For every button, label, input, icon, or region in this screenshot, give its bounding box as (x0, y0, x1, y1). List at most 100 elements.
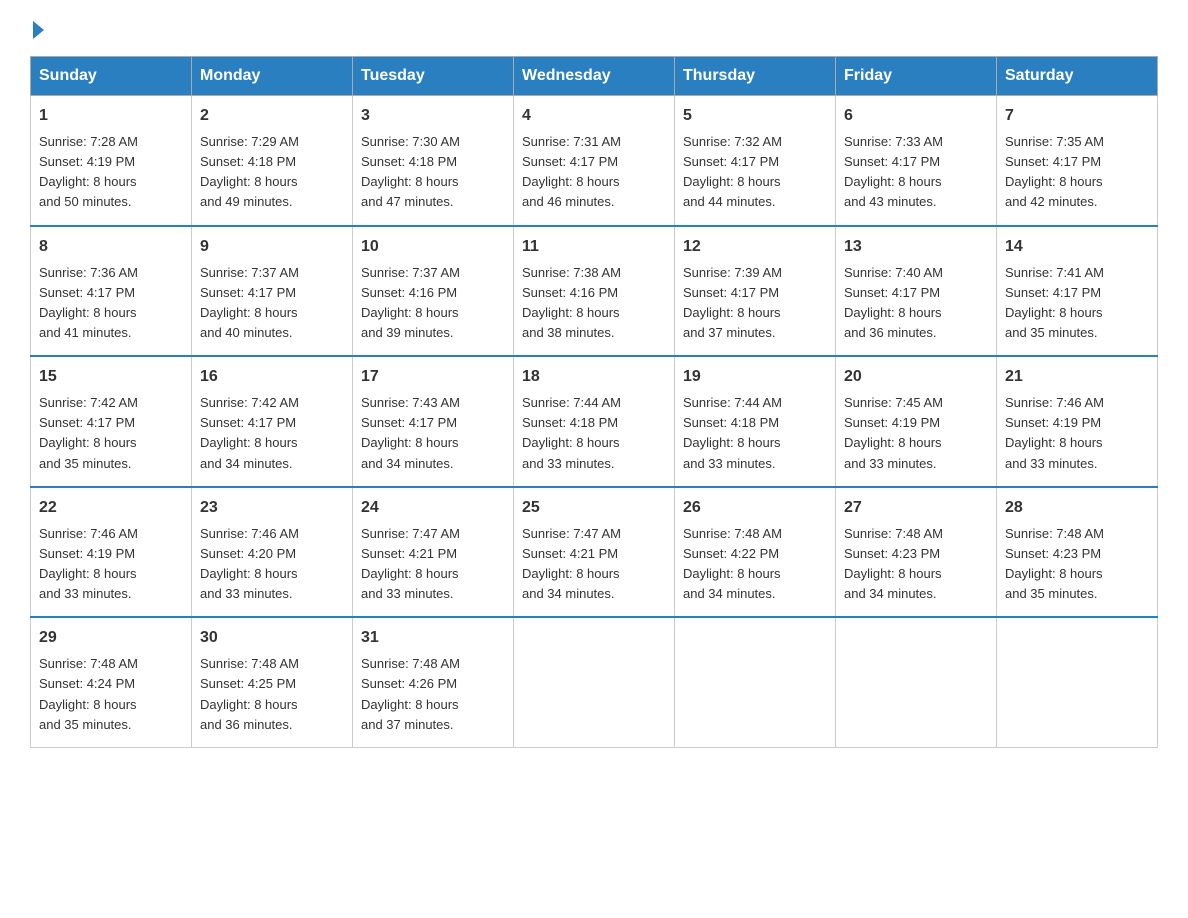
day-info: Sunrise: 7:48 AMSunset: 4:22 PMDaylight:… (683, 524, 827, 605)
weekday-header-wednesday: Wednesday (514, 57, 675, 96)
day-number: 19 (683, 365, 827, 389)
calendar-cell: 27Sunrise: 7:48 AMSunset: 4:23 PMDayligh… (836, 487, 997, 618)
day-number: 3 (361, 104, 505, 128)
day-info: Sunrise: 7:42 AMSunset: 4:17 PMDaylight:… (39, 393, 183, 474)
day-info: Sunrise: 7:31 AMSunset: 4:17 PMDaylight:… (522, 132, 666, 213)
calendar-cell: 30Sunrise: 7:48 AMSunset: 4:25 PMDayligh… (192, 617, 353, 747)
calendar-cell: 22 Sunrise: 7:46 AMSunset: 4:19 PMDayligh… (31, 487, 192, 618)
logo (30, 20, 44, 38)
calendar-cell: 14 Sunrise: 7:41 AMSunset: 4:17 PMDayligh… (997, 226, 1158, 357)
day-number: 16 (200, 365, 344, 389)
calendar-table: SundayMondayTuesdayWednesdayThursdayFrid… (30, 56, 1158, 748)
day-number: 24 (361, 496, 505, 520)
day-info: Sunrise: 7:46 AMSunset: 4:19 PMDaylight:… (39, 524, 183, 605)
day-number: 8 (39, 235, 183, 259)
day-info: Sunrise: 7:44 AMSunset: 4:18 PMDaylight:… (683, 393, 827, 474)
day-info: Sunrise: 7:29 AMSunset: 4:18 PMDaylight:… (200, 132, 344, 213)
calendar-cell: 13 Sunrise: 7:40 AMSunset: 4:17 PMDayligh… (836, 226, 997, 357)
calendar-cell: 25Sunrise: 7:47 AMSunset: 4:21 PMDayligh… (514, 487, 675, 618)
day-info: Sunrise: 7:28 AMSunset: 4:19 PMDaylight:… (39, 132, 183, 213)
day-number: 22 (39, 496, 183, 520)
calendar-cell: 9 Sunrise: 7:37 AMSunset: 4:17 PMDaylight… (192, 226, 353, 357)
day-info: Sunrise: 7:48 AMSunset: 4:23 PMDaylight:… (1005, 524, 1149, 605)
day-info: Sunrise: 7:40 AMSunset: 4:17 PMDaylight:… (844, 263, 988, 344)
calendar-cell: 11Sunrise: 7:38 AMSunset: 4:16 PMDayligh… (514, 226, 675, 357)
day-number: 12 (683, 235, 827, 259)
day-number: 10 (361, 235, 505, 259)
weekday-header-friday: Friday (836, 57, 997, 96)
calendar-cell (675, 617, 836, 747)
day-info: Sunrise: 7:37 AMSunset: 4:17 PMDaylight:… (200, 263, 344, 344)
day-number: 1 (39, 104, 183, 128)
day-info: Sunrise: 7:45 AMSunset: 4:19 PMDaylight:… (844, 393, 988, 474)
calendar-cell: 3 Sunrise: 7:30 AMSunset: 4:18 PMDaylight… (353, 96, 514, 226)
weekday-header-sunday: Sunday (31, 57, 192, 96)
calendar-cell: 2 Sunrise: 7:29 AMSunset: 4:18 PMDaylight… (192, 96, 353, 226)
calendar-cell: 26 Sunrise: 7:48 AMSunset: 4:22 PMDayligh… (675, 487, 836, 618)
day-info: Sunrise: 7:42 AMSunset: 4:17 PMDaylight:… (200, 393, 344, 474)
calendar-cell: 28 Sunrise: 7:48 AMSunset: 4:23 PMDayligh… (997, 487, 1158, 618)
calendar-week-4: 22 Sunrise: 7:46 AMSunset: 4:19 PMDayligh… (31, 487, 1158, 618)
calendar-cell (514, 617, 675, 747)
calendar-cell: 31 Sunrise: 7:48 AMSunset: 4:26 PMDayligh… (353, 617, 514, 747)
day-info: Sunrise: 7:38 AMSunset: 4:16 PMDaylight:… (522, 263, 666, 344)
day-info: Sunrise: 7:41 AMSunset: 4:17 PMDaylight:… (1005, 263, 1149, 344)
day-number: 2 (200, 104, 344, 128)
day-number: 31 (361, 626, 505, 650)
day-info: Sunrise: 7:46 AMSunset: 4:20 PMDaylight:… (200, 524, 344, 605)
calendar-cell: 23Sunrise: 7:46 AMSunset: 4:20 PMDayligh… (192, 487, 353, 618)
calendar-cell: 19 Sunrise: 7:44 AMSunset: 4:18 PMDayligh… (675, 356, 836, 487)
calendar-cell: 29 Sunrise: 7:48 AMSunset: 4:24 PMDayligh… (31, 617, 192, 747)
calendar-cell: 24 Sunrise: 7:47 AMSunset: 4:21 PMDayligh… (353, 487, 514, 618)
day-number: 29 (39, 626, 183, 650)
weekday-header-thursday: Thursday (675, 57, 836, 96)
calendar-cell: 1 Sunrise: 7:28 AMSunset: 4:19 PMDaylight… (31, 96, 192, 226)
calendar-cell: 4 Sunrise: 7:31 AMSunset: 4:17 PMDaylight… (514, 96, 675, 226)
day-info: Sunrise: 7:48 AMSunset: 4:25 PMDaylight:… (200, 654, 344, 735)
day-number: 20 (844, 365, 988, 389)
day-number: 13 (844, 235, 988, 259)
day-number: 25 (522, 496, 666, 520)
weekday-header-tuesday: Tuesday (353, 57, 514, 96)
day-info: Sunrise: 7:30 AMSunset: 4:18 PMDaylight:… (361, 132, 505, 213)
day-number: 9 (200, 235, 344, 259)
calendar-cell: 7 Sunrise: 7:35 AMSunset: 4:17 PMDaylight… (997, 96, 1158, 226)
day-number: 18 (522, 365, 666, 389)
day-number: 28 (1005, 496, 1149, 520)
day-info: Sunrise: 7:44 AMSunset: 4:18 PMDaylight:… (522, 393, 666, 474)
page-header (30, 20, 1158, 38)
logo-triangle-icon (33, 21, 44, 39)
day-info: Sunrise: 7:43 AMSunset: 4:17 PMDaylight:… (361, 393, 505, 474)
weekday-header-saturday: Saturday (997, 57, 1158, 96)
day-info: Sunrise: 7:35 AMSunset: 4:17 PMDaylight:… (1005, 132, 1149, 213)
calendar-cell: 10Sunrise: 7:37 AMSunset: 4:16 PMDayligh… (353, 226, 514, 357)
calendar-cell: 8 Sunrise: 7:36 AMSunset: 4:17 PMDaylight… (31, 226, 192, 357)
day-info: Sunrise: 7:48 AMSunset: 4:24 PMDaylight:… (39, 654, 183, 735)
day-number: 15 (39, 365, 183, 389)
calendar-cell: 15 Sunrise: 7:42 AMSunset: 4:17 PMDayligh… (31, 356, 192, 487)
day-number: 27 (844, 496, 988, 520)
day-info: Sunrise: 7:32 AMSunset: 4:17 PMDaylight:… (683, 132, 827, 213)
day-number: 21 (1005, 365, 1149, 389)
calendar-cell: 6Sunrise: 7:33 AMSunset: 4:17 PMDaylight… (836, 96, 997, 226)
weekday-header-row: SundayMondayTuesdayWednesdayThursdayFrid… (31, 57, 1158, 96)
calendar-week-2: 8 Sunrise: 7:36 AMSunset: 4:17 PMDaylight… (31, 226, 1158, 357)
day-number: 17 (361, 365, 505, 389)
day-info: Sunrise: 7:36 AMSunset: 4:17 PMDaylight:… (39, 263, 183, 344)
day-info: Sunrise: 7:39 AMSunset: 4:17 PMDaylight:… (683, 263, 827, 344)
day-number: 26 (683, 496, 827, 520)
calendar-cell: 12 Sunrise: 7:39 AMSunset: 4:17 PMDayligh… (675, 226, 836, 357)
day-info: Sunrise: 7:48 AMSunset: 4:26 PMDaylight:… (361, 654, 505, 735)
day-number: 7 (1005, 104, 1149, 128)
calendar-cell (836, 617, 997, 747)
calendar-week-5: 29 Sunrise: 7:48 AMSunset: 4:24 PMDayligh… (31, 617, 1158, 747)
day-number: 14 (1005, 235, 1149, 259)
day-info: Sunrise: 7:47 AMSunset: 4:21 PMDaylight:… (361, 524, 505, 605)
calendar-week-1: 1 Sunrise: 7:28 AMSunset: 4:19 PMDaylight… (31, 96, 1158, 226)
calendar-cell: 20 Sunrise: 7:45 AMSunset: 4:19 PMDayligh… (836, 356, 997, 487)
calendar-cell: 5Sunrise: 7:32 AMSunset: 4:17 PMDaylight… (675, 96, 836, 226)
calendar-cell: 17 Sunrise: 7:43 AMSunset: 4:17 PMDayligh… (353, 356, 514, 487)
day-number: 6 (844, 104, 988, 128)
day-number: 4 (522, 104, 666, 128)
weekday-header-monday: Monday (192, 57, 353, 96)
